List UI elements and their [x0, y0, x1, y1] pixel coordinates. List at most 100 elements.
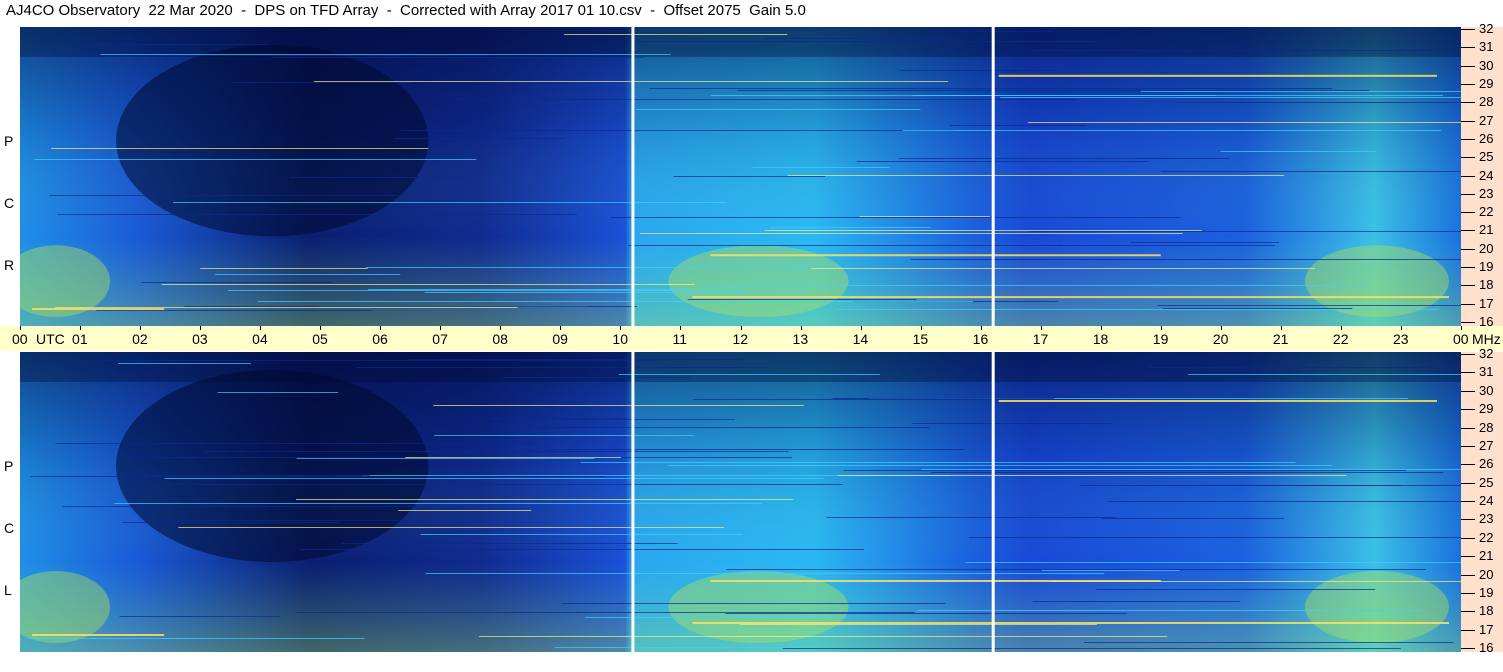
time-tick	[1280, 326, 1282, 330]
freq-tick	[1461, 501, 1475, 502]
time-tick	[800, 326, 802, 330]
rfi-line	[580, 462, 1296, 463]
freq-tick	[1461, 574, 1475, 576]
freq-tick	[1461, 445, 1475, 447]
rfi-line	[668, 465, 1333, 466]
rfi-line	[30, 476, 605, 477]
time-tick-label: 00	[12, 331, 28, 347]
freq-tick	[1461, 193, 1475, 195]
rfi-line	[290, 177, 465, 178]
freq-axis-rcp: 32 31 30 29 28 27 26 25 24 23 22 21 20 19 18 17 16	[1461, 21, 1503, 329]
freq-tick-label: 18	[1479, 603, 1494, 619]
rfi-line	[836, 309, 1438, 310]
data-gap-line	[631, 27, 635, 326]
rfi-line	[1175, 102, 1461, 103]
freq-tick	[1461, 629, 1475, 631]
rfi-line	[296, 458, 595, 459]
rfi-line	[725, 613, 1128, 614]
rfi-line	[1220, 151, 1376, 152]
freq-tick	[1461, 83, 1475, 85]
rfi-line	[122, 522, 341, 523]
freq-tick	[1461, 138, 1475, 140]
rfi-line	[408, 359, 744, 360]
rfi-line	[178, 527, 725, 528]
rfi-line	[1079, 485, 1461, 486]
rfi-line	[173, 202, 727, 203]
rfi-line	[488, 418, 628, 419]
rfi-line	[55, 443, 536, 444]
rfi-line	[710, 95, 1217, 96]
rfi-line	[636, 109, 921, 110]
freq-tick-label: 31	[1479, 364, 1494, 380]
rfi-line	[692, 399, 1106, 400]
time-tick	[860, 326, 862, 330]
rfi-line	[912, 423, 1112, 424]
rfi-line	[837, 475, 1347, 476]
time-tick	[320, 326, 322, 330]
rfi-line	[425, 573, 1105, 574]
time-tick	[980, 326, 982, 330]
freq-tick-label: 23	[1479, 185, 1494, 201]
freq-tick	[1461, 47, 1475, 49]
freq-axis-lcp: 32 31 30 29 28 27 26 25 24 23 22 21 20 19 18 17 16	[1461, 346, 1503, 655]
rfi-line	[479, 636, 1168, 637]
rfi-line	[1027, 122, 1461, 123]
freq-tick-label: 29	[1479, 401, 1494, 417]
rfi-line	[1032, 50, 1432, 51]
time-tick-label: 00	[1453, 331, 1469, 347]
rfi-line	[931, 472, 1444, 473]
lcp-letter-3: L	[4, 582, 12, 598]
rfi-line	[296, 499, 794, 500]
rfi-line	[119, 616, 281, 617]
chart-title: AJ4CO Observatory 22 Mar 2020 - DPS on T…	[6, 2, 806, 19]
freq-tick-label: 29	[1479, 75, 1494, 91]
freq-tick-label: 28	[1479, 94, 1494, 110]
strong-rfi-line	[692, 296, 1449, 299]
data-gap-line	[991, 352, 995, 652]
rfi-line	[92, 360, 659, 361]
time-tick	[1461, 326, 1462, 330]
rfi-line	[502, 427, 930, 428]
rfi-line	[434, 435, 694, 436]
time-tick	[740, 326, 742, 330]
time-tick-label: 15	[912, 331, 929, 347]
rfi-line	[726, 569, 1426, 570]
rfi-line	[787, 175, 1285, 176]
freq-tick	[1461, 354, 1475, 355]
rfi-line	[228, 290, 743, 291]
rfi-line	[1147, 367, 1461, 368]
freq-tick-label: 24	[1479, 167, 1494, 183]
strong-rfi-line	[998, 400, 1437, 402]
freq-tick	[1461, 482, 1475, 484]
freq-tick	[1461, 157, 1475, 159]
rfi-line	[739, 624, 1098, 625]
rfi-line	[1028, 231, 1461, 232]
time-tick	[1220, 326, 1222, 330]
rfi-line	[1000, 97, 1461, 98]
freq-tick-label: 17	[1479, 295, 1494, 311]
rfi-line	[62, 506, 416, 507]
rfi-line	[368, 289, 691, 290]
time-axis-unit-label: UTC	[36, 331, 65, 347]
freq-tick-label: 30	[1479, 57, 1494, 73]
freq-tick-label: 27	[1479, 112, 1494, 128]
freq-tick	[1461, 230, 1475, 232]
lcp-spectrogram-plot	[20, 352, 1461, 652]
rfi-line	[53, 55, 488, 56]
lcp-spectrogram	[20, 352, 1461, 652]
rfi-line	[57, 214, 577, 215]
rfi-line	[627, 245, 1063, 246]
rfi-line	[782, 648, 1401, 649]
rcp-spectrogram	[20, 27, 1461, 326]
freq-tick	[1461, 556, 1475, 558]
time-tick-label: 18	[1092, 331, 1109, 347]
freq-tick	[1461, 322, 1475, 323]
time-tick-label: 22	[1332, 331, 1349, 347]
rfi-line	[161, 284, 695, 285]
rfi-line	[563, 34, 788, 35]
rfi-line	[141, 282, 334, 283]
rfi-line	[673, 176, 826, 177]
lcp-letter-2: C	[4, 520, 15, 536]
time-tick-label: 08	[492, 331, 508, 347]
rfi-line	[859, 216, 990, 217]
